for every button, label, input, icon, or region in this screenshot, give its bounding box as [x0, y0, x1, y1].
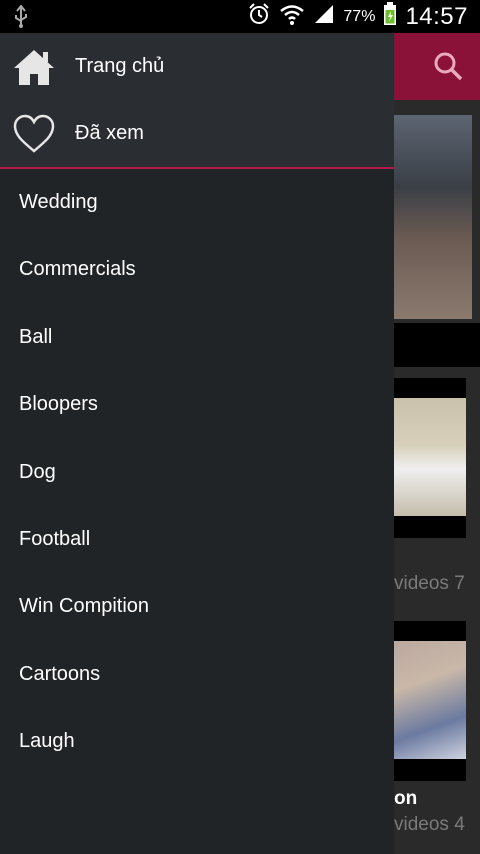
- thumbnail-image: [394, 641, 466, 759]
- battery-icon: [383, 2, 397, 31]
- drawer-item-home[interactable]: Trang chủ: [0, 33, 394, 100]
- category-item-cartoons[interactable]: Cartoons: [0, 641, 394, 708]
- video-count: 4 videos: [394, 814, 465, 835]
- wifi-icon: [279, 2, 305, 31]
- category-item-football[interactable]: Football: [0, 506, 394, 573]
- navigation-drawer: Trang chủ Đã xem Wedding Commercials Bal…: [0, 33, 394, 854]
- video-thumbnail[interactable]: [394, 621, 466, 781]
- search-icon[interactable]: [432, 50, 464, 87]
- category-title: on: [394, 788, 418, 809]
- battery-percent: 77%: [343, 7, 376, 25]
- category-item-bloopers[interactable]: Bloopers: [0, 371, 394, 438]
- category-item-ball[interactable]: Ball: [0, 304, 394, 371]
- video-caption-bar: [394, 323, 480, 367]
- category-item-dog[interactable]: Dog: [0, 439, 394, 506]
- signal-icon: [313, 3, 335, 30]
- video-count: 7 videos: [394, 573, 465, 594]
- home-icon: [12, 45, 56, 89]
- thumbnail-image: [394, 398, 466, 516]
- drawer-item-label: Trang chủ: [75, 55, 165, 77]
- clock: 14:57: [405, 2, 468, 30]
- usb-icon: [12, 4, 30, 34]
- category-item-win-compition[interactable]: Win Compition: [0, 573, 394, 640]
- category-item-laugh[interactable]: Laugh: [0, 708, 394, 775]
- heart-icon: [12, 112, 56, 156]
- status-bar: 77% 14:57: [0, 0, 480, 33]
- alarm-icon: [247, 2, 271, 31]
- category-item-commercials[interactable]: Commercials: [0, 236, 394, 303]
- category-item-wedding[interactable]: Wedding: [0, 169, 394, 236]
- video-thumbnail[interactable]: [394, 378, 466, 538]
- category-list: Wedding Commercials Ball Bloopers Dog Fo…: [0, 169, 394, 776]
- drawer-item-viewed[interactable]: Đã xem: [0, 100, 394, 169]
- drawer-item-label: Đã xem: [75, 122, 144, 144]
- video-thumbnail[interactable]: [394, 115, 472, 319]
